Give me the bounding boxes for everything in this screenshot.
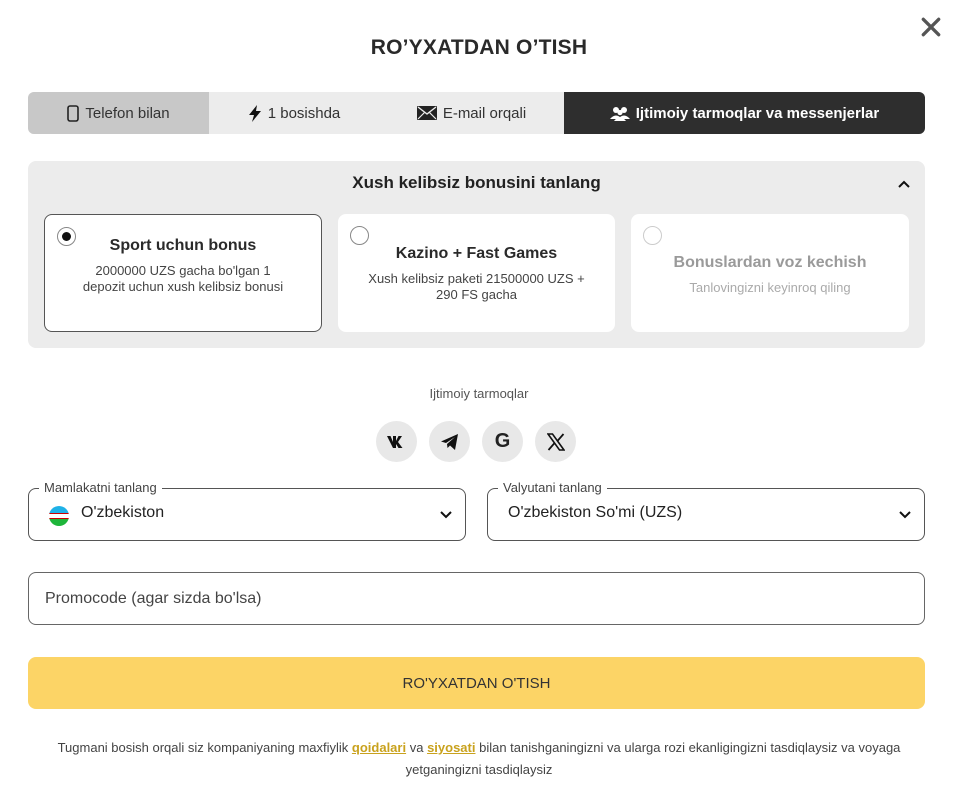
currency-label: Valyutani tanlang	[498, 480, 607, 495]
tab-phone[interactable]: Telefon bilan	[28, 92, 209, 134]
chevron-down-icon	[899, 511, 911, 519]
country-value: O'zbekiston	[81, 504, 165, 521]
bonus-panel: Xush kelibsiz bonusini tanlang Sport uch…	[28, 161, 925, 348]
envelope-icon	[416, 106, 437, 120]
rules-link[interactable]: qoidalari	[352, 740, 406, 755]
tab-email-label: E-mail orqali	[442, 104, 527, 122]
register-button[interactable]: RO'YXATDAN O'TISH	[28, 657, 925, 709]
google-icon[interactable]: G	[482, 421, 523, 462]
bonus-title: Sport uchun bonus	[109, 237, 257, 254]
bonus-title: Bonuslardan voz kechish	[673, 254, 867, 271]
phone-icon	[67, 104, 80, 122]
bonus-description: 2000000 UZS gacha bo'lgan 1 depozit uchu…	[82, 263, 284, 294]
bonus-radio-casino[interactable]	[350, 226, 369, 245]
bonus-radio-decline[interactable]	[643, 226, 662, 245]
terms-text-mid: va	[406, 740, 428, 755]
bonus-description: Xush kelibsiz paketi 21500000 UZS + 290 …	[368, 271, 585, 302]
tab-one-click-label: 1 bosishda	[267, 104, 341, 122]
bonus-option-decline[interactable]: Bonuslardan voz kechish Tanlovingizni ke…	[631, 214, 909, 332]
tab-one-click[interactable]: 1 bosishda	[209, 92, 379, 134]
uzbekistan-flag-icon	[49, 506, 69, 526]
users-icon	[609, 106, 630, 121]
bonus-option-casino[interactable]: Kazino + Fast Games Xush kelibsiz paketi…	[338, 214, 615, 332]
bonus-description: Tanlovingizni keyinroq qiling	[689, 280, 851, 295]
chevron-up-icon[interactable]	[897, 177, 911, 191]
country-label: Mamlakatni tanlang	[39, 480, 162, 495]
social-buttons: G	[376, 421, 576, 462]
google-glyph: G	[494, 430, 511, 452]
x-icon[interactable]	[535, 421, 576, 462]
registration-tabs: Telefon bilan 1 bosishda E-mail orqali I…	[28, 92, 925, 134]
social-label: Ijtimoiy tarmoqlar	[429, 386, 529, 401]
modal-title: RO’YXATDAN O’TISH	[370, 36, 588, 59]
currency-select[interactable]: Valyutani tanlang O'zbekiston So'mi (UZS…	[487, 480, 925, 541]
promocode-input[interactable]	[28, 572, 925, 625]
tab-email[interactable]: E-mail orqali	[379, 92, 564, 134]
close-icon[interactable]	[920, 16, 942, 38]
terms-text-before: Tugmani bosish orqali siz kompaniyaning …	[57, 740, 352, 755]
bonus-option-sport[interactable]: Sport uchun bonus 2000000 UZS gacha bo'l…	[44, 214, 322, 332]
currency-value: O'zbekiston So'mi (UZS)	[508, 504, 683, 521]
terms-text-after: bilan tanishganingizni va ularga rozi ek…	[405, 740, 901, 777]
chevron-down-icon	[440, 511, 452, 519]
vk-icon[interactable]	[376, 421, 417, 462]
bonus-heading: Xush kelibsiz bonusini tanlang	[352, 173, 601, 192]
policy-link[interactable]: siyosati	[427, 740, 475, 755]
terms-text: Tugmani bosish orqali siz kompaniyaning …	[40, 737, 918, 781]
tab-phone-label: Telefon bilan	[85, 104, 170, 122]
tab-social-label: Ijtimoiy tarmoqlar va messenjerlar	[635, 104, 880, 122]
telegram-icon[interactable]	[429, 421, 470, 462]
lightning-icon	[248, 104, 262, 122]
country-select[interactable]: Mamlakatni tanlang O'zbekiston	[28, 480, 466, 541]
tab-social[interactable]: Ijtimoiy tarmoqlar va messenjerlar	[564, 92, 925, 134]
bonus-title: Kazino + Fast Games	[395, 245, 558, 262]
